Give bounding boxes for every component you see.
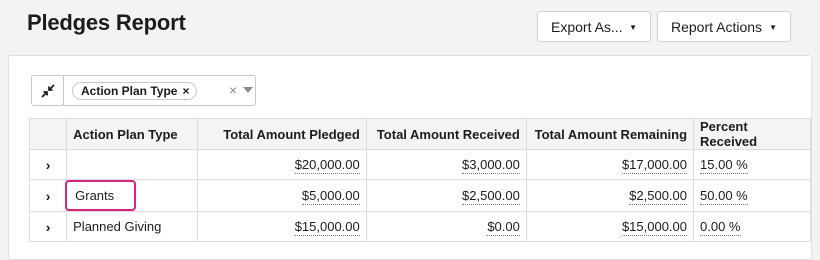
clear-filter-icon[interactable]: ×: [229, 82, 237, 98]
chip-remove-icon[interactable]: ×: [182, 84, 189, 98]
filter-chip: Action Plan Type ×: [72, 82, 198, 100]
export-as-button[interactable]: Export As... ▼: [537, 11, 651, 42]
col-total-pledged[interactable]: Total Amount Pledged: [196, 118, 367, 150]
caret-down-icon: ▼: [629, 23, 637, 32]
remaining-link[interactable]: $2,500.00: [629, 188, 688, 205]
cell-remaining: $2,500.00: [525, 179, 695, 212]
cell-action-plan-type: [66, 149, 198, 180]
action-plan-type-filter[interactable]: Action Plan Type × ×: [63, 75, 256, 106]
chevron-right-icon[interactable]: ›: [28, 179, 68, 212]
col-action-plan-type[interactable]: Action Plan Type: [66, 118, 198, 150]
cell-pledged: $20,000.00: [196, 149, 367, 180]
cell-percent: 15.00 %: [693, 149, 811, 180]
col-percent-received[interactable]: Percent Received: [693, 118, 811, 150]
export-as-label: Export As...: [551, 18, 623, 35]
pledges-table: Action Plan Type Total Amount Pledged To…: [28, 118, 811, 242]
received-link[interactable]: $3,000.00: [462, 157, 520, 174]
page-title: Pledges Report: [27, 10, 186, 35]
table-row: › Grants $5,000.00 $2,500.00 $2,500.00 5…: [28, 179, 811, 212]
col-total-received[interactable]: Total Amount Received: [365, 118, 527, 150]
chevron-right-icon[interactable]: ›: [28, 211, 68, 242]
cell-received: $0.00: [365, 211, 527, 242]
cell-pledged: $5,000.00: [196, 179, 367, 212]
chevron-right-icon[interactable]: ›: [28, 149, 68, 180]
cell-percent: 0.00 %: [693, 211, 811, 242]
table-row: › Planned Giving $15,000.00 $0.00 $15,00…: [28, 211, 811, 242]
pledged-link[interactable]: $15,000.00: [294, 219, 360, 236]
pledged-link[interactable]: $5,000.00: [301, 188, 360, 205]
filter-chip-label: Action Plan Type: [81, 84, 178, 98]
caret-down-icon: ▼: [769, 23, 777, 32]
cell-percent: 50.00 %: [693, 179, 811, 212]
table-row: › $20,000.00 $3,000.00 $17,000.00 15.00 …: [28, 149, 811, 180]
collapse-arrows-icon: [40, 83, 55, 98]
table-header-row: Action Plan Type Total Amount Pledged To…: [28, 118, 811, 150]
remaining-link[interactable]: $15,000.00: [621, 219, 688, 236]
cell-remaining: $15,000.00: [525, 211, 695, 242]
col-total-remaining[interactable]: Total Amount Remaining: [525, 118, 695, 150]
cell-action-plan-type: Planned Giving: [66, 211, 198, 242]
cell-received: $3,000.00: [365, 149, 527, 180]
cell-remaining: $17,000.00: [525, 149, 695, 180]
percent-link[interactable]: 0.00 %: [700, 219, 741, 236]
percent-link[interactable]: 15.00 %: [700, 157, 748, 174]
highlighted-grants-label: Grants: [65, 180, 137, 211]
remaining-link[interactable]: $17,000.00: [621, 157, 688, 174]
cell-action-plan-type: Grants: [65, 179, 198, 212]
percent-link[interactable]: 50.00 %: [700, 188, 748, 205]
report-actions-button[interactable]: Report Actions ▼: [657, 11, 791, 42]
received-link[interactable]: $2,500.00: [462, 188, 520, 205]
received-link[interactable]: $0.00: [487, 219, 520, 236]
pledged-link[interactable]: $20,000.00: [294, 157, 360, 174]
cell-received: $2,500.00: [365, 179, 527, 212]
cell-pledged: $15,000.00: [196, 211, 367, 242]
dropdown-caret-icon[interactable]: [243, 87, 253, 93]
collapse-button[interactable]: [31, 75, 64, 106]
report-actions-label: Report Actions: [671, 18, 763, 35]
expander-header: [28, 118, 68, 150]
report-panel: Action Plan Type × × Action Plan Type To…: [8, 55, 812, 260]
